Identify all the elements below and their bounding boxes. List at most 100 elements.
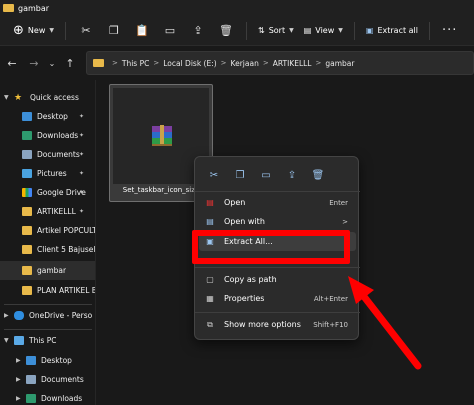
chevron-down-icon: ▼	[4, 94, 9, 101]
pin-icon: ✦	[78, 189, 84, 196]
rename-button[interactable]: ▭	[156, 20, 184, 42]
menu-item-label: Show more options	[224, 320, 301, 329]
sidebar-item-google-drive[interactable]: Google Drive ✦	[0, 183, 95, 202]
sidebar-item-onedrive[interactable]: ▶ OneDrive - Perso	[0, 306, 95, 325]
sort-button[interactable]: ⇅ Sort ▼	[253, 20, 299, 42]
chevron-down-icon: ▼	[49, 27, 54, 34]
menu-item-label: Open with	[224, 217, 265, 226]
command-bar: ⊕ New ▼ ✂ ❐ 📋 ▭ ⇪ 🗑 ⇅ Sort ▼ ▤ View ▼ ▣ …	[0, 16, 474, 46]
menu-divider	[195, 267, 360, 268]
delete-button[interactable]: 🗑	[212, 20, 240, 42]
copy-button[interactable]: ❐	[227, 165, 253, 185]
back-arrow-icon[interactable]: ←	[1, 57, 23, 70]
chevron-down-icon: ▼	[289, 27, 294, 34]
extract-all-label: Extract all	[377, 26, 418, 35]
sidebar-item-pc-documents[interactable]: ▶ Documents	[0, 370, 95, 389]
share-icon: ⇪	[287, 169, 297, 181]
downloads-folder-icon	[22, 131, 32, 140]
shortcut-label: Alt+Enter	[313, 294, 348, 303]
more-options-icon[interactable]: ···	[442, 23, 457, 38]
rename-icon: ▭	[164, 24, 176, 37]
sidebar-item-label: Downloads	[41, 394, 83, 403]
view-button[interactable]: ▤ View ▼	[299, 20, 348, 42]
cut-button[interactable]: ✂	[201, 165, 227, 185]
menu-divider	[195, 191, 360, 192]
scissors-icon: ✂	[209, 169, 219, 181]
pin-icon: ✦	[78, 132, 84, 139]
pictures-folder-icon	[22, 169, 32, 178]
sidebar-item-pc-desktop[interactable]: ▶ Desktop	[0, 351, 95, 370]
forward-arrow-icon[interactable]: →	[23, 57, 45, 70]
folder-icon	[22, 226, 32, 235]
folder-icon	[93, 59, 104, 67]
toolbar-divider	[353, 21, 355, 40]
scissors-icon: ✂	[81, 24, 91, 37]
menu-item-properties[interactable]: ▦ Properties Alt+Enter	[199, 289, 356, 308]
sidebar-item-documents[interactable]: Documents ✦	[0, 145, 95, 164]
extract-all-button[interactable]: ▣ Extract all	[361, 20, 423, 42]
pin-icon: ✦	[78, 170, 84, 177]
folder-icon	[22, 245, 32, 254]
sidebar-item-label: Quick access	[30, 93, 79, 102]
copy-button[interactable]: ❐	[100, 20, 128, 42]
sidebar-divider	[4, 304, 92, 305]
delete-button[interactable]: 🗑	[305, 165, 331, 185]
menu-item-show-more-options[interactable]: ⧉ Show more options Shift+F10	[199, 315, 356, 334]
address-bar[interactable]: > This PC > Local Disk (E:) > Kerjaan > …	[86, 51, 474, 75]
folder-icon	[22, 207, 32, 216]
share-button[interactable]: ⇪	[184, 20, 212, 42]
sidebar-item-pc-downloads[interactable]: ▶ Downloads	[0, 389, 95, 405]
breadcrumb-kerjaan[interactable]: Kerjaan	[231, 59, 259, 68]
recent-chevron-icon[interactable]: ⌄	[45, 59, 59, 68]
chevron-right-icon: ▶	[16, 395, 21, 402]
trash-icon: 🗑	[219, 24, 233, 37]
new-label: New	[27, 26, 46, 35]
share-button[interactable]: ⇪	[279, 165, 305, 185]
sort-icon: ⇅	[257, 26, 265, 35]
copy-icon: ❐	[109, 24, 119, 37]
rename-button[interactable]: ▭	[253, 165, 279, 185]
up-arrow-icon[interactable]: ↑	[59, 57, 81, 70]
sidebar-item-label: PLAN ARTIKEL B	[37, 286, 96, 295]
sidebar-item-desktop[interactable]: Desktop ✦	[0, 107, 95, 126]
breadcrumb-local-disk[interactable]: Local Disk (E:)	[163, 59, 216, 68]
breadcrumb-this-pc[interactable]: This PC	[122, 59, 149, 68]
sidebar-item-client-5-bajusel[interactable]: Client 5 Bajusel	[0, 240, 95, 259]
menu-item-copy-as-path[interactable]: ▢ Copy as path	[199, 270, 356, 289]
breadcrumb-separator: >	[262, 59, 269, 67]
breadcrumb-separator: >	[112, 59, 118, 67]
sidebar-item-plan-artikel[interactable]: PLAN ARTIKEL B	[0, 281, 96, 300]
sidebar-item-label: Documents	[37, 150, 80, 159]
sidebar-item-downloads[interactable]: Downloads ✦	[0, 126, 95, 145]
sidebar-item-artikel-popcult[interactable]: Artikel POPCULT	[0, 221, 95, 240]
share-icon: ⇪	[193, 24, 203, 37]
new-button[interactable]: ⊕ New ▼	[8, 20, 59, 42]
sidebar-item-label: This PC	[29, 336, 57, 345]
desktop-folder-icon	[22, 112, 32, 121]
folder-icon	[3, 4, 14, 12]
sidebar-item-label: Documents	[41, 375, 84, 384]
sidebar-item-gambar[interactable]: gambar	[0, 261, 95, 280]
sidebar-item-quick-access[interactable]: ▼ ★ Quick access	[0, 88, 95, 107]
copy-icon: ❐	[235, 169, 245, 181]
menu-item-open-with[interactable]: ▤ Open with >	[199, 212, 356, 231]
breadcrumb-gambar[interactable]: gambar	[325, 59, 354, 68]
menu-item-open[interactable]: ▤ Open Enter	[199, 193, 356, 212]
sidebar-item-this-pc[interactable]: ▼ This PC	[0, 331, 95, 350]
folder-icon	[22, 286, 32, 295]
breadcrumb-artikelll[interactable]: ARTIKELLL	[273, 59, 312, 68]
sidebar-item-pictures[interactable]: Pictures ✦	[0, 164, 95, 183]
toolbar-divider	[429, 21, 430, 40]
pin-icon: ✦	[78, 208, 84, 215]
toolbar-divider	[245, 21, 247, 40]
sidebar-item-label: Downloads	[37, 131, 79, 140]
highlight-box	[192, 230, 350, 264]
submenu-chevron-icon: >	[342, 217, 348, 226]
sidebar-item-artikelll[interactable]: ARTIKELLL ✦	[0, 202, 95, 221]
downloads-folder-icon	[26, 394, 36, 403]
sidebar-item-label: Desktop	[37, 112, 68, 121]
cut-button[interactable]: ✂	[72, 20, 100, 42]
chevron-right-icon: ▶	[4, 312, 9, 319]
sidebar-item-label: Pictures	[37, 169, 67, 178]
paste-button[interactable]: 📋	[128, 20, 156, 42]
